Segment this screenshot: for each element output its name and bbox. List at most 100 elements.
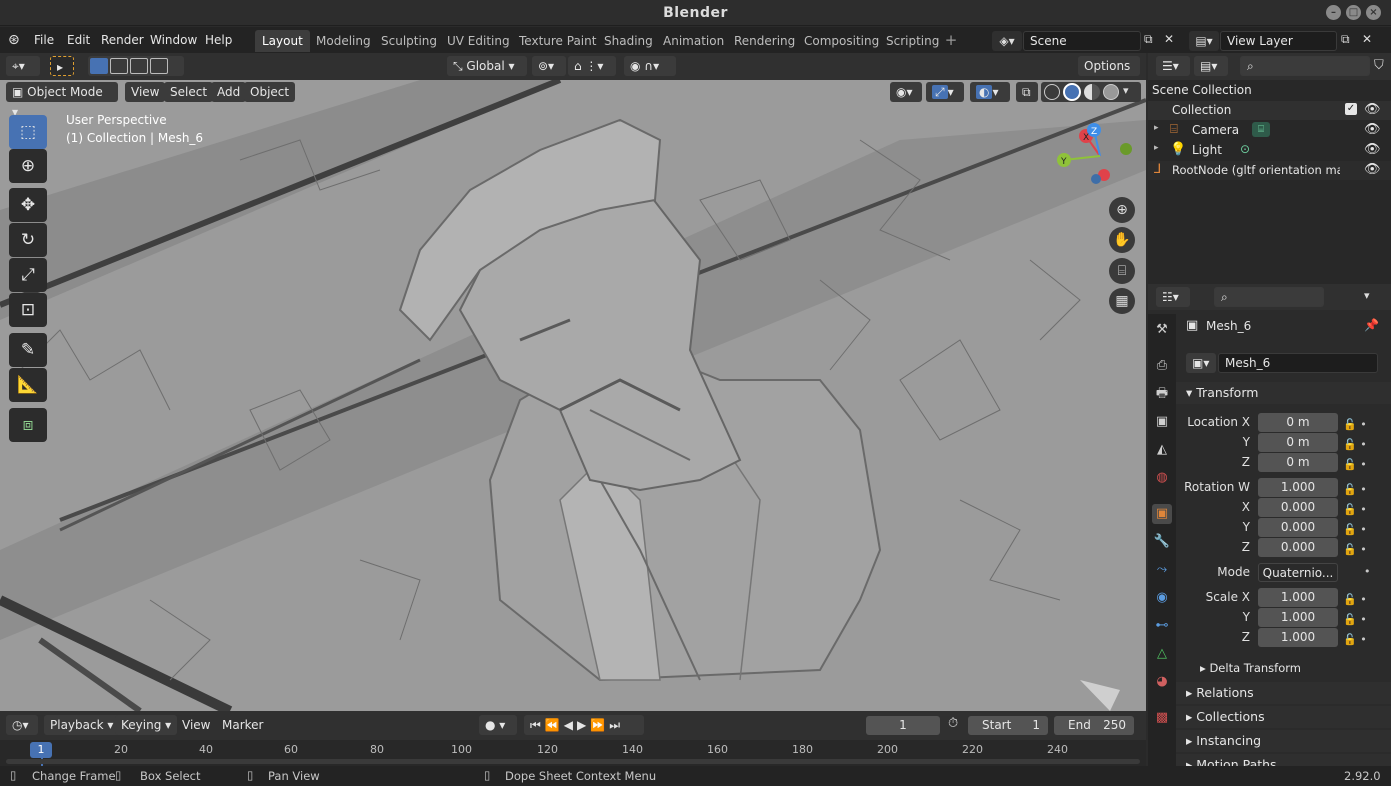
rotation-y-field[interactable]: 0.000 [1258,518,1338,537]
tab-texture-paint[interactable]: Texture Paint [512,30,603,52]
menu-help[interactable]: Help [199,31,238,49]
new-scene-icon[interactable]: ⧉ [1144,32,1160,50]
tab-shading[interactable]: Shading [597,30,660,52]
viewport-menu-view[interactable]: View [125,82,166,102]
maximize-button[interactable]: □ [1346,5,1361,20]
motion-paths-panel-header[interactable]: ▸ Motion Paths [1176,754,1391,766]
wireframe-shading-icon[interactable] [1044,84,1060,100]
expand-arrow-icon[interactable]: ▸ [1154,123,1159,133]
outliner-row-light[interactable]: ▸ 💡 Light ⊙ 👁 [1148,141,1391,160]
navigation-gizmo[interactable]: X Z Y [1050,116,1140,196]
display-mode-icon[interactable]: ▤▾ [1194,56,1228,76]
world-tab-icon[interactable]: ◍ [1152,468,1172,488]
object-browse-icon[interactable]: ▣▾ [1186,353,1216,373]
editor-type-icon[interactable]: ⌖▾ [6,56,40,76]
current-frame-field[interactable]: 1 [866,716,940,735]
menu-render[interactable]: Render [95,31,150,49]
outliner-editor-icon[interactable]: ☰▾ [1156,56,1190,76]
shading-options-icon[interactable]: ▾ [1123,84,1129,97]
outliner-row-rootnode[interactable]: ⅃ RootNode (gltf orientation matrix) 👁 [1148,161,1391,180]
lock-icon[interactable]: 🔓 • [1343,630,1367,650]
select-box-tool[interactable]: ⬚ [9,115,47,149]
timeline-menu-view[interactable]: View [176,715,216,735]
view-layer-tab-icon[interactable]: ▣ [1152,412,1172,432]
tab-compositing[interactable]: Compositing [797,30,886,52]
close-button[interactable]: × [1366,5,1381,20]
outliner-search-input[interactable]: ⌕ [1240,56,1370,76]
lock-icon[interactable]: 🔓 • [1343,610,1367,630]
move-tool[interactable]: ✥ [9,188,47,222]
render-tab-icon[interactable]: ⎙ [1152,356,1172,376]
pivot-point-icon[interactable]: ⊚▾ [532,56,566,76]
light-data-icon[interactable]: ⊙ [1240,142,1250,156]
gizmo-toggle-icon[interactable]: ⤢ ▾ [926,82,964,102]
scale-z-field[interactable]: 1.000 [1258,628,1338,647]
menu-window[interactable]: Window [144,31,203,49]
lock-icon[interactable]: 🔓 • [1343,435,1367,455]
material-shading-icon[interactable] [1084,84,1100,100]
timeline-editor-icon[interactable]: ◷▾ [6,715,38,735]
proportional-edit-icon[interactable]: ◉ ∩▾ [624,56,676,76]
instancing-panel-header[interactable]: ▸ Instancing [1176,730,1391,752]
ortho-grid-icon[interactable]: ▦ [1109,288,1135,314]
rotation-mode-dropdown[interactable]: Quaternio... ▾ [1258,563,1338,599]
rendered-shading-icon[interactable] [1103,84,1119,100]
physics-tab-icon[interactable]: ◉ [1152,588,1172,608]
particles-tab-icon[interactable]: ⤳ [1152,560,1172,580]
lock-icon[interactable]: 🔓 • [1343,540,1367,560]
play-icon[interactable]: ▶ [577,718,590,732]
current-frame-marker[interactable]: 1 [30,742,52,758]
texture-tab-icon[interactable]: ▩ [1152,708,1172,728]
scale-tool[interactable]: ⤢ [9,258,47,292]
select-new-icon[interactable] [90,58,108,74]
play-reverse-icon[interactable]: ◀ [564,718,577,732]
visibility-icon[interactable]: ◉▾ [890,82,922,102]
exclude-checkbox[interactable]: ✓ [1345,103,1357,115]
timeline-menu-marker[interactable]: Marker [216,715,269,735]
outliner-row-collection[interactable]: Collection ✓ 👁 [1148,101,1391,120]
mesh-data-tab-icon[interactable]: △ [1152,644,1172,664]
end-frame-field[interactable]: End 250 [1054,716,1134,735]
jump-start-icon[interactable]: ⏮ [530,718,545,732]
preview-range-clock-icon[interactable]: ⏱ [948,716,958,731]
collection-visibility-eye-icon[interactable]: 👁 [1364,102,1381,117]
minimize-button[interactable]: – [1326,5,1341,20]
select-tool-icon[interactable]: ▸ [50,56,74,76]
tab-uv-editing[interactable]: UV Editing [440,30,517,52]
options-dropdown[interactable]: Options ▾ [1078,56,1140,93]
properties-search-input[interactable]: ⌕ [1214,287,1324,307]
overlay-toggle-icon[interactable]: ◐ ▾ [970,82,1010,102]
viewport-menu-add[interactable]: Add [211,82,247,102]
solid-shading-icon[interactable] [1063,83,1081,101]
view-layer-field[interactable]: View Layer [1220,31,1337,51]
view-layer-icon[interactable]: ▤▾ [1189,31,1219,51]
mode-dropdown[interactable]: ▣ Object Mode ▾ [6,82,118,119]
tab-scripting[interactable]: Scripting [879,30,946,52]
select-extend-icon[interactable] [110,58,128,74]
rotation-x-field[interactable]: 0.000 [1258,498,1338,517]
viewport-menu-object[interactable]: Object [244,82,296,102]
rotation-w-field[interactable]: 1.000 [1258,478,1338,497]
outliner-row-camera[interactable]: ▸ ⌸ Camera ⌸ 👁 [1148,121,1391,140]
scale-x-field[interactable]: 1.000 [1258,588,1338,607]
relations-panel-header[interactable]: ▸ Relations [1176,682,1391,704]
camera-visibility-eye-icon[interactable]: 👁 [1364,122,1381,137]
viewport-menu-select[interactable]: Select [164,82,214,102]
annotate-tool[interactable]: ✎ [9,333,47,367]
filter-icon[interactable]: ⛉ [1374,58,1384,73]
blender-logo-icon[interactable]: ⊛ [8,32,26,48]
add-workspace-icon[interactable]: + [942,31,960,49]
scene-tab-icon[interactable]: ◭ [1152,440,1172,460]
scene-collection-label[interactable]: Scene Collection [1152,83,1252,97]
select-invert-icon[interactable] [150,58,168,74]
rotate-tool[interactable]: ↻ [9,223,47,257]
scale-y-field[interactable]: 1.000 [1258,608,1338,627]
transform-tool[interactable]: ⊡ [9,293,47,327]
transform-orientation-dropdown[interactable]: ⤡ Global ▾ [447,56,527,76]
timeline-menu-keying[interactable]: Keying ▾ [115,715,178,735]
3d-viewport[interactable]: ▣ Object Mode ▾ View Select Add Object ◉… [0,80,1146,711]
lock-icon[interactable]: 🔓 • [1343,590,1367,610]
tool-tab-icon[interactable]: ⚒ [1152,320,1172,340]
camera-view-icon[interactable]: ⌸ [1109,258,1135,284]
mode-keyframe-dot-icon[interactable]: • [1364,565,1371,578]
